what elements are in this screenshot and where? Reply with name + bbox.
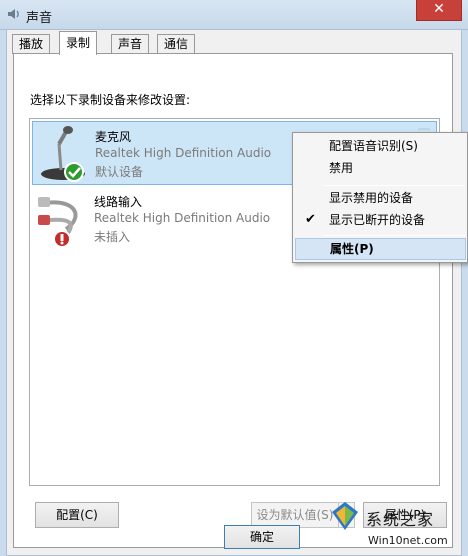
- device-description: Realtek High Definition Audio: [94, 211, 271, 225]
- menu-separator: [323, 185, 465, 186]
- menu-disable[interactable]: 禁用: [295, 157, 466, 179]
- menu-item-label: 显示已断开的设备: [329, 213, 426, 227]
- ok-button[interactable]: 确定: [224, 525, 300, 549]
- menu-separator: [323, 235, 465, 236]
- window-title: 声音: [26, 11, 53, 26]
- speaker-icon: [8, 9, 19, 19]
- configure-button[interactable]: 配置(C): [35, 502, 119, 528]
- context-menu[interactable]: 配置语音识别(S) 禁用 显示禁用的设备 ✔ 显示已断开的设备 属性(P): [292, 132, 468, 263]
- title-bar[interactable]: 声音 ✕: [0, 0, 468, 30]
- watermark-text: 系统之家: [366, 510, 435, 529]
- close-button[interactable]: ✕: [416, 0, 462, 21]
- device-name: 线路输入: [94, 195, 143, 209]
- watermark-logo-icon: [332, 502, 358, 530]
- watermark-url: Win10net.com: [368, 534, 448, 547]
- menu-properties[interactable]: 属性(P): [295, 238, 466, 260]
- instruction-text: 选择以下录制设备来修改设置:: [30, 93, 191, 107]
- menu-show-disconnected-devices[interactable]: ✔ 显示已断开的设备: [295, 209, 466, 231]
- close-icon: ✕: [433, 1, 445, 17]
- set-default-label: 设为默认值(S): [256, 508, 334, 522]
- menu-configure-speech-recognition[interactable]: 配置语音识别(S): [295, 135, 466, 157]
- device-name: 麦克风: [95, 130, 132, 144]
- line-in-cable-icon: [38, 197, 78, 248]
- microphone-icon: [41, 126, 85, 182]
- tab-playback[interactable]: 播放: [12, 34, 51, 54]
- tab-sounds[interactable]: 声音: [111, 34, 150, 54]
- tab-recording[interactable]: 录制: [59, 31, 98, 55]
- recording-tab-panel: 选择以下录制设备来修改设置: 麦克风 Realtek High Definiti…: [13, 53, 453, 548]
- device-status: 未插入: [94, 230, 131, 244]
- dialog-client: 播放 录制 声音 通信 选择以下录制设备来修改设置: 麦克风 Realtek H…: [6, 30, 462, 556]
- device-status: 默认设备: [95, 165, 144, 179]
- tab-communications[interactable]: 通信: [157, 34, 196, 54]
- device-description: Realtek High Definition Audio: [95, 146, 272, 160]
- default-check-icon: [64, 162, 84, 182]
- menu-show-disabled-devices[interactable]: 显示禁用的设备: [295, 187, 466, 209]
- checkmark-icon: ✔: [305, 212, 316, 227]
